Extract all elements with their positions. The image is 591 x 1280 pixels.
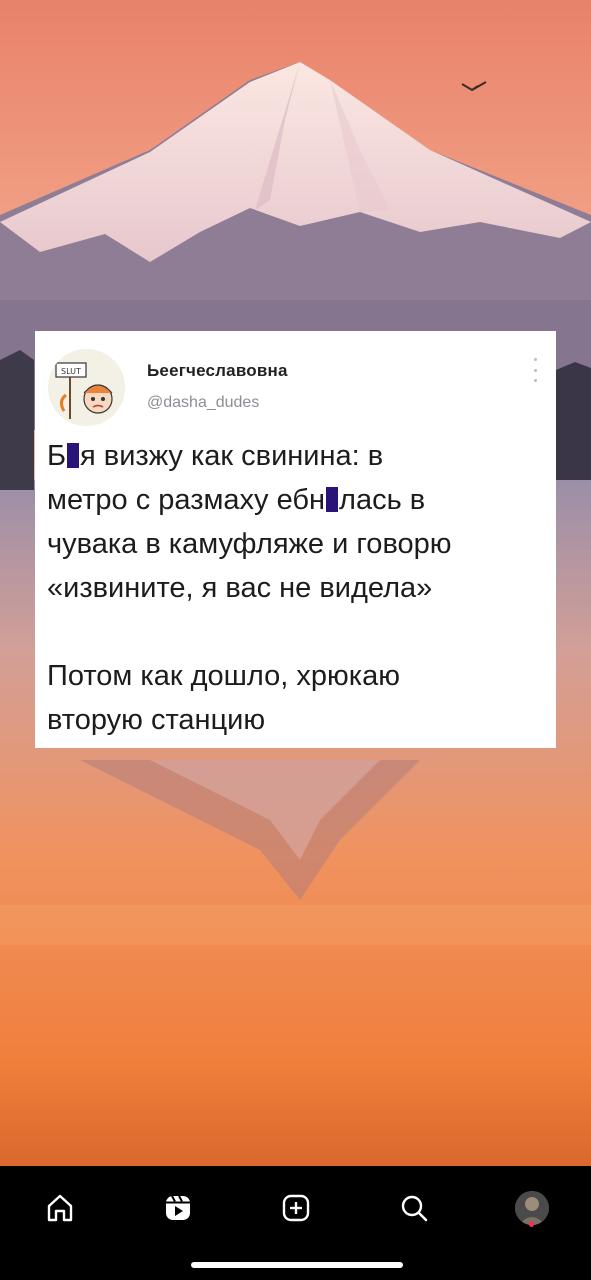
tweet-line-part: я визжу как свинина: в bbox=[80, 440, 384, 472]
author-handle[interactable]: @dasha_dudes bbox=[147, 394, 259, 412]
tweet-line: метро с размаху ебн лась в bbox=[47, 478, 547, 522]
notification-dot bbox=[529, 1222, 534, 1227]
profile-photo bbox=[515, 1191, 549, 1225]
home-icon[interactable] bbox=[38, 1186, 82, 1230]
search-icon[interactable] bbox=[392, 1186, 436, 1230]
tweet-line: «извините, я вас не видела» bbox=[47, 572, 433, 604]
tweet-line: Потом как дошло, хрюкаю bbox=[47, 660, 400, 692]
censor-bar bbox=[326, 487, 339, 512]
author-display-name[interactable]: Ьеегчеславовна bbox=[147, 361, 288, 381]
tweet-line: вторую станцию bbox=[47, 704, 266, 736]
tweet-line: Бя визжу как свинина: в bbox=[47, 434, 547, 478]
author-avatar[interactable]: SLUT bbox=[48, 349, 125, 426]
home-indicator[interactable] bbox=[191, 1262, 403, 1268]
tweet-line-part: лась в bbox=[339, 484, 426, 516]
more-options-icon[interactable] bbox=[532, 358, 538, 382]
tweet-line-part: метро с размаху ебн bbox=[47, 484, 326, 516]
censor-bar bbox=[67, 443, 80, 468]
reels-icon[interactable] bbox=[156, 1186, 200, 1230]
avatar-sign-text: SLUT bbox=[61, 367, 81, 376]
tweet-card: SLUT Ьеегчеславовна @dasha_dudes Бя визж… bbox=[35, 331, 556, 748]
avatar-illustration: SLUT bbox=[48, 349, 125, 426]
tweet-line-part: Б bbox=[47, 440, 67, 472]
tweet-text: Бя визжу как свинина: в метро с размаху … bbox=[47, 434, 547, 742]
tweet-line: чувака в камуфляже и говорю bbox=[47, 528, 452, 560]
create-icon[interactable] bbox=[274, 1186, 318, 1230]
